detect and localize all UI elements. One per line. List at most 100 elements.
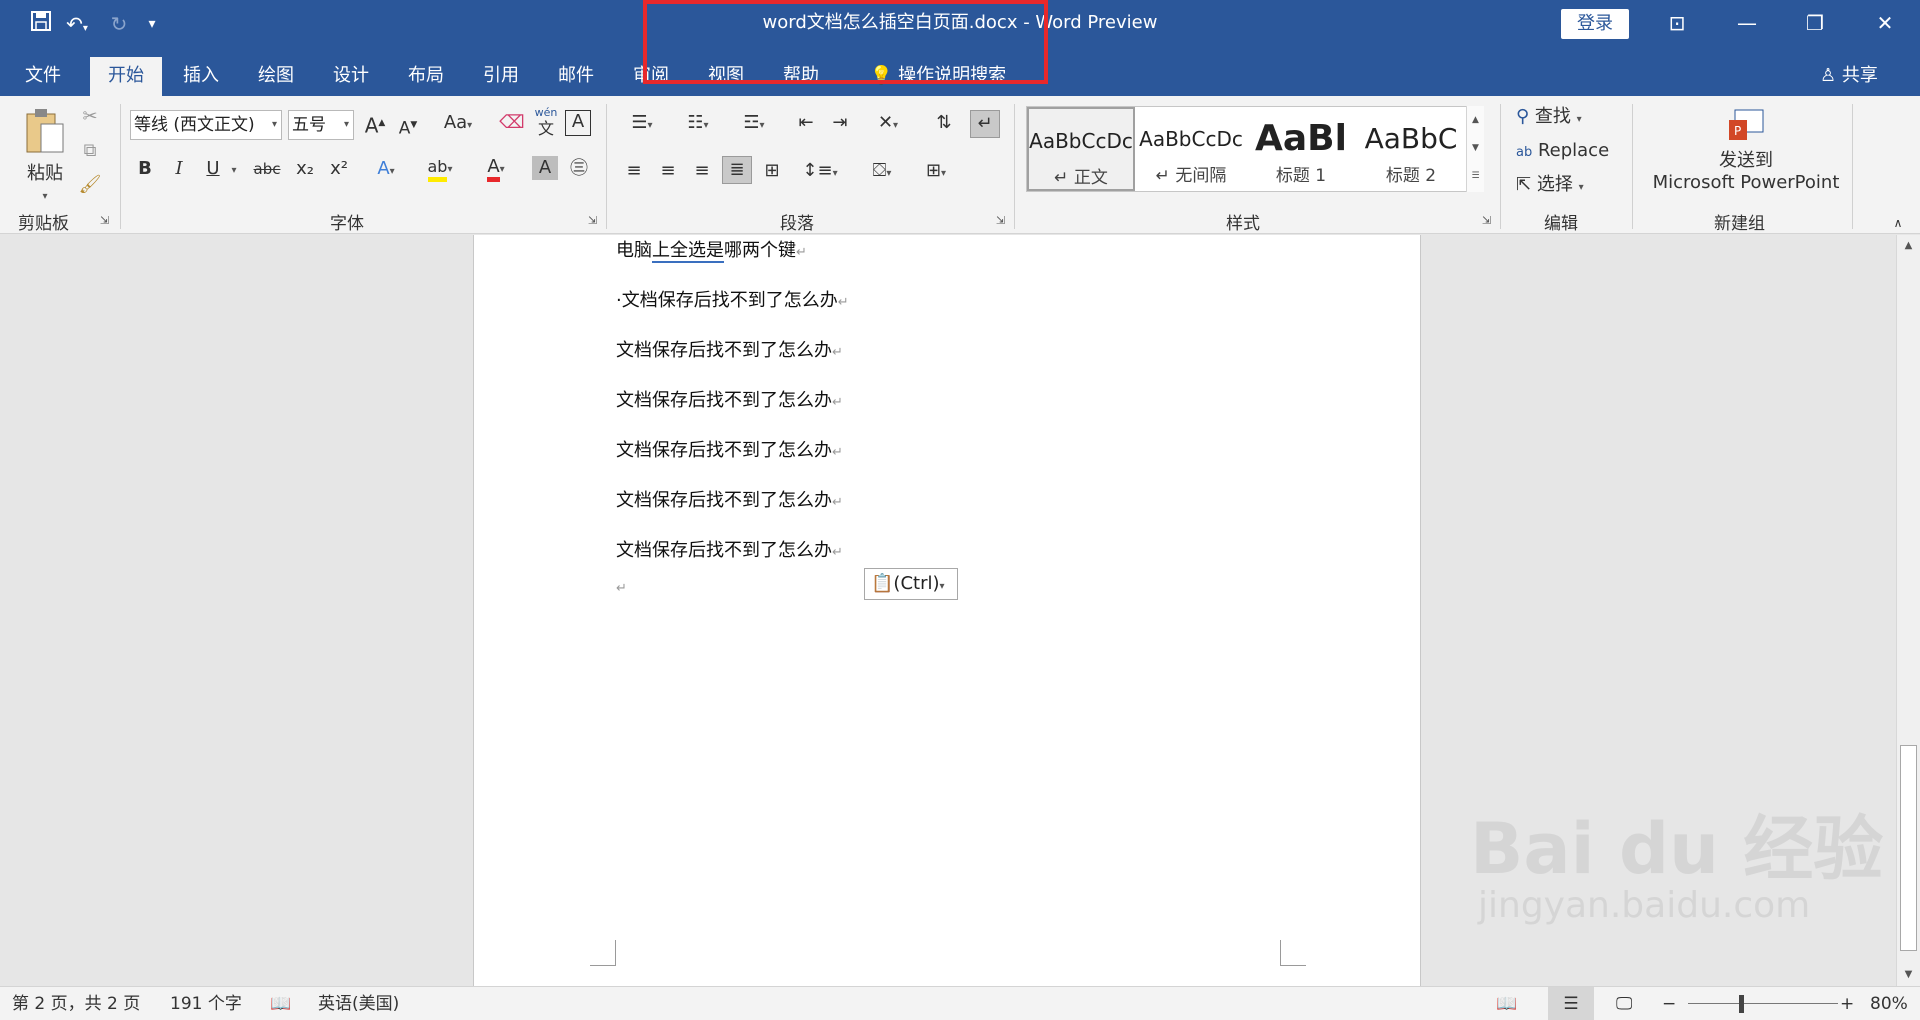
- web-layout-icon[interactable]: 🖵: [1616, 987, 1632, 1020]
- align-left-icon[interactable]: ≡: [620, 158, 648, 184]
- style-normal[interactable]: AaBbCcDc ↵ 正文: [1027, 107, 1135, 191]
- styles-scroll[interactable]: ▲ ▼ ☰: [1466, 106, 1484, 192]
- vertical-scrollbar[interactable]: ▲ ▼: [1896, 235, 1920, 986]
- clipboard-launcher-icon[interactable]: ⇲: [100, 214, 109, 227]
- scroll-thumb[interactable]: [1900, 745, 1917, 951]
- format-painter-icon[interactable]: 🖌: [76, 172, 104, 198]
- tab-references[interactable]: 引用: [473, 57, 529, 96]
- italic-button[interactable]: I: [166, 156, 192, 182]
- paragraph-launcher-icon[interactable]: ⇲: [996, 214, 1005, 227]
- tab-design[interactable]: 设计: [323, 57, 379, 96]
- style-no-spacing[interactable]: AaBbCcDc ↵ 无间隔: [1137, 107, 1245, 191]
- paste-button[interactable]: 粘贴 ▾: [20, 106, 70, 202]
- tab-insert[interactable]: 插入: [173, 57, 229, 96]
- customize-toolbar-icon[interactable]: ▾: [142, 10, 162, 38]
- justify-icon[interactable]: ≣: [722, 156, 752, 184]
- more-styles-icon[interactable]: ☰: [1467, 162, 1484, 190]
- distributed-icon[interactable]: ⊞: [758, 158, 786, 184]
- tab-file[interactable]: 文件: [15, 57, 71, 96]
- share-button[interactable]: ♙ 共享: [1810, 57, 1888, 96]
- increase-indent-icon[interactable]: ⇥: [826, 110, 854, 136]
- scroll-down-icon[interactable]: ▼: [1897, 964, 1920, 986]
- font-launcher-icon[interactable]: ⇲: [588, 214, 597, 227]
- proofing-icon[interactable]: 📖: [270, 987, 291, 1020]
- send-to-powerpoint-button[interactable]: P 发送到 Microsoft PowerPoint: [1646, 108, 1846, 194]
- paste-dropdown-icon[interactable]: ▾: [20, 184, 70, 210]
- font-name-combo[interactable]: 等线 (西文正文) ▾: [130, 110, 282, 140]
- underline-button[interactable]: U: [200, 156, 226, 182]
- document-paragraph[interactable]: 文档保存后找不到了怎么办↵: [616, 489, 843, 515]
- scroll-up-icon[interactable]: ▲: [1897, 235, 1920, 257]
- collapse-ribbon-icon[interactable]: ∧: [1886, 210, 1910, 236]
- character-shading-icon[interactable]: A: [532, 156, 558, 180]
- superscript-button[interactable]: x²: [326, 156, 352, 182]
- shrink-font-icon[interactable]: A▼: [395, 112, 421, 142]
- tab-home[interactable]: 开始: [90, 57, 162, 96]
- phonetic-guide-button[interactable]: wén 文: [531, 106, 561, 138]
- undo-button[interactable]: ↶▾: [58, 10, 96, 43]
- change-case-button[interactable]: Aa▾: [436, 110, 480, 139]
- style-heading-2[interactable]: AaBbC 标题 2: [1357, 107, 1465, 191]
- copy-icon[interactable]: ⧉: [76, 138, 104, 164]
- zoom-in-button[interactable]: +: [1840, 987, 1854, 1020]
- ribbon-display-options-icon[interactable]: ⊡: [1644, 0, 1710, 48]
- align-right-icon[interactable]: ≡: [688, 158, 716, 184]
- find-button[interactable]: ⚲ 查找 ▾: [1516, 104, 1616, 133]
- read-mode-icon[interactable]: 📖: [1496, 987, 1517, 1020]
- chevron-down-icon[interactable]: ▼: [1467, 134, 1484, 162]
- restore-button[interactable]: ❐: [1782, 0, 1848, 48]
- save-icon[interactable]: [26, 10, 56, 39]
- minimize-button[interactable]: —: [1714, 0, 1780, 48]
- strikethrough-button[interactable]: abc: [250, 156, 284, 182]
- bullets-button[interactable]: ☰▾: [620, 110, 664, 139]
- highlight-color-button[interactable]: ab▾: [418, 154, 462, 183]
- decrease-indent-icon[interactable]: ⇤: [792, 110, 820, 136]
- close-button[interactable]: ✕: [1852, 0, 1918, 48]
- style-heading-1[interactable]: AaBl 标题 1: [1247, 107, 1355, 191]
- language-indicator[interactable]: 英语(美国): [318, 987, 399, 1020]
- cut-icon[interactable]: ✂: [76, 104, 104, 130]
- zoom-level[interactable]: 80%: [1870, 987, 1908, 1020]
- text-effects-icon[interactable]: A▾: [366, 156, 406, 185]
- undo-dropdown-icon[interactable]: ▾: [83, 23, 88, 34]
- grow-font-icon[interactable]: A▲: [362, 110, 388, 139]
- character-border-icon[interactable]: A: [565, 110, 591, 136]
- tab-draw[interactable]: 绘图: [248, 57, 304, 96]
- document-paragraph[interactable]: 文档保存后找不到了怎么办↵: [616, 339, 843, 365]
- replace-button[interactable]: ab Replace: [1516, 138, 1626, 166]
- document-paragraph[interactable]: 文档保存后找不到了怎么办↵: [616, 539, 843, 565]
- enclose-characters-icon[interactable]: ㊂: [566, 156, 592, 182]
- line-spacing-button[interactable]: ↕≡▾: [798, 158, 842, 187]
- document-paragraph[interactable]: 文档保存后找不到了怎么办↵: [616, 439, 843, 465]
- word-count[interactable]: 191 个字: [170, 987, 242, 1020]
- chinese-layout-button[interactable]: ✕▾: [866, 110, 910, 139]
- numbering-button[interactable]: ☷▾: [676, 110, 720, 139]
- zoom-slider-thumb[interactable]: [1739, 995, 1744, 1013]
- document-paragraph[interactable]: 电脑上全选是哪两个键↵: [616, 239, 807, 265]
- tab-mailings[interactable]: 邮件: [548, 57, 604, 96]
- multilevel-list-button[interactable]: ☲▾: [732, 110, 776, 139]
- page-count[interactable]: 第 2 页，共 2 页: [12, 987, 140, 1020]
- select-button[interactable]: ⇱ 选择 ▾: [1516, 172, 1616, 201]
- paste-options-button[interactable]: 📋(Ctrl)▾: [864, 568, 958, 600]
- zoom-slider[interactable]: [1688, 1003, 1838, 1004]
- subscript-button[interactable]: x₂: [292, 156, 318, 182]
- login-button[interactable]: 登录: [1561, 9, 1629, 39]
- bold-button[interactable]: B: [132, 156, 158, 182]
- print-layout-icon[interactable]: ☰: [1548, 987, 1594, 1020]
- align-center-icon[interactable]: ≡: [654, 158, 682, 184]
- zoom-out-button[interactable]: −: [1662, 987, 1676, 1020]
- styles-launcher-icon[interactable]: ⇲: [1482, 214, 1491, 227]
- borders-button[interactable]: ⊞▾: [914, 158, 958, 187]
- font-size-combo[interactable]: 五号 ▾: [288, 110, 354, 140]
- shading-button[interactable]: ⛋▾: [860, 158, 904, 187]
- document-paragraph[interactable]: ·文档保存后找不到了怎么办↵: [616, 289, 849, 315]
- document-paragraph[interactable]: 文档保存后找不到了怎么办↵: [616, 389, 843, 415]
- empty-paragraph[interactable]: ↵: [616, 575, 627, 601]
- redo-icon[interactable]: ↻: [104, 10, 134, 38]
- underline-dropdown-icon[interactable]: ▾: [228, 158, 240, 184]
- font-color-button[interactable]: A▾: [474, 154, 518, 183]
- chevron-up-icon[interactable]: ▲: [1467, 106, 1484, 134]
- tab-layout[interactable]: 布局: [398, 57, 454, 96]
- clear-formatting-icon[interactable]: ⌫: [498, 110, 526, 136]
